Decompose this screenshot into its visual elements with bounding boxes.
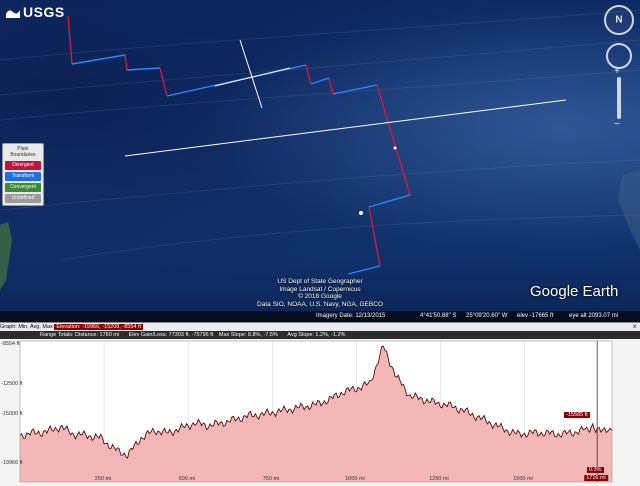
zoom-slider[interactable]	[614, 66, 621, 130]
x-tick-label: 250 mi	[94, 476, 112, 482]
credit-line3: © 2018 Google	[298, 293, 342, 300]
longitude-readout: 25°09'20.60" W	[466, 313, 508, 319]
elevation-readout: elev -17665 ft	[517, 313, 554, 319]
earth-map-view[interactable]: USGS Plate Boundaries Divergent Transfor…	[0, 0, 640, 322]
y-tick-label: -12500 ft	[1, 381, 23, 387]
graph-label: Graph: Min, Avg, Max	[0, 324, 53, 330]
legend-item-undefined: Undefined	[5, 194, 41, 203]
cursor-value-label: -15585 ft	[564, 412, 590, 418]
y-tick-label: -8554 ft	[1, 341, 20, 347]
imagery-credits: US Dept of State Geographer Image Landsa…	[250, 278, 390, 308]
latitude-readout: 4°41'50.88" S	[420, 313, 457, 319]
cursor-slope-label: 0.3%	[587, 467, 604, 473]
elevation-profile-panel: Graph: Min, Avg, Max Elevation: -19966, …	[0, 322, 640, 486]
y-tick-label: -15000 ft	[1, 411, 23, 417]
north-icon: N	[615, 14, 623, 26]
legend-title-line2: Boundaries	[10, 152, 36, 158]
navigation-controls: N	[604, 5, 634, 130]
credit-line1: US Dept of State Geographer	[277, 278, 363, 285]
selected-x-label: 1716 mi	[584, 475, 608, 481]
credit-line2: Image Landsat / Copernicus	[279, 285, 361, 293]
range-distance: Range Totals: Distance: 1760 mi	[40, 332, 120, 338]
elevation-profile-chart[interactable]	[0, 339, 640, 486]
x-tick-label: 500 mi	[178, 476, 196, 482]
status-bar: Imagery Date: 12/13/2015 4°41'50.88" S 2…	[0, 311, 640, 322]
elev-gain-loss: Elev Gain/Loss: 77303 ft, -75796 ft	[128, 332, 214, 338]
range-totals-bar: Range Totals: Distance: 1760 mi Elev Gai…	[0, 331, 640, 339]
avg-slope: Avg Slope: 1.2%, -1.2%	[287, 332, 346, 338]
elevation-stats[interactable]: Elevation: -19966, -15208, -8554 ft	[54, 324, 144, 330]
x-tick-label: 1000 mi	[345, 476, 365, 482]
google-earth-logo: Google Earth	[530, 283, 619, 300]
x-tick-label: 750 mi	[262, 476, 280, 482]
y-tick-label: -19966 ft	[1, 460, 23, 466]
x-tick-label: 1250 mi	[429, 476, 449, 482]
plate-boundaries-legend: Plate Boundaries Divergent Transform Con…	[2, 143, 44, 206]
close-profile-icon[interactable]: ×	[632, 323, 637, 331]
usgs-logo-text: USGS	[23, 4, 65, 20]
credit-line4: Data SIO, NOAA, U.S. Navy, NGA, GEBCO	[257, 300, 383, 308]
compass-ring[interactable]: N	[604, 5, 634, 35]
eye-altitude-readout: eye alt 2093.07 mi	[569, 313, 619, 319]
legend-item-convergent: Convergent	[5, 183, 41, 192]
plate-boundary-overlay	[0, 9, 640, 290]
legend-item-transform: Transform	[5, 172, 41, 181]
x-tick-label: 1500 mi	[513, 476, 533, 482]
usgs-wave-icon	[6, 10, 20, 18]
imagery-date: Imagery Date: 12/13/2015	[316, 313, 386, 319]
max-slope: Max Slope: 8.8%, -7.5%	[218, 332, 278, 338]
usgs-logo: USGS	[6, 4, 65, 20]
profile-stats-bar: Graph: Min, Avg, Max Elevation: -19966, …	[0, 323, 640, 331]
legend-item-divergent: Divergent	[5, 161, 41, 170]
